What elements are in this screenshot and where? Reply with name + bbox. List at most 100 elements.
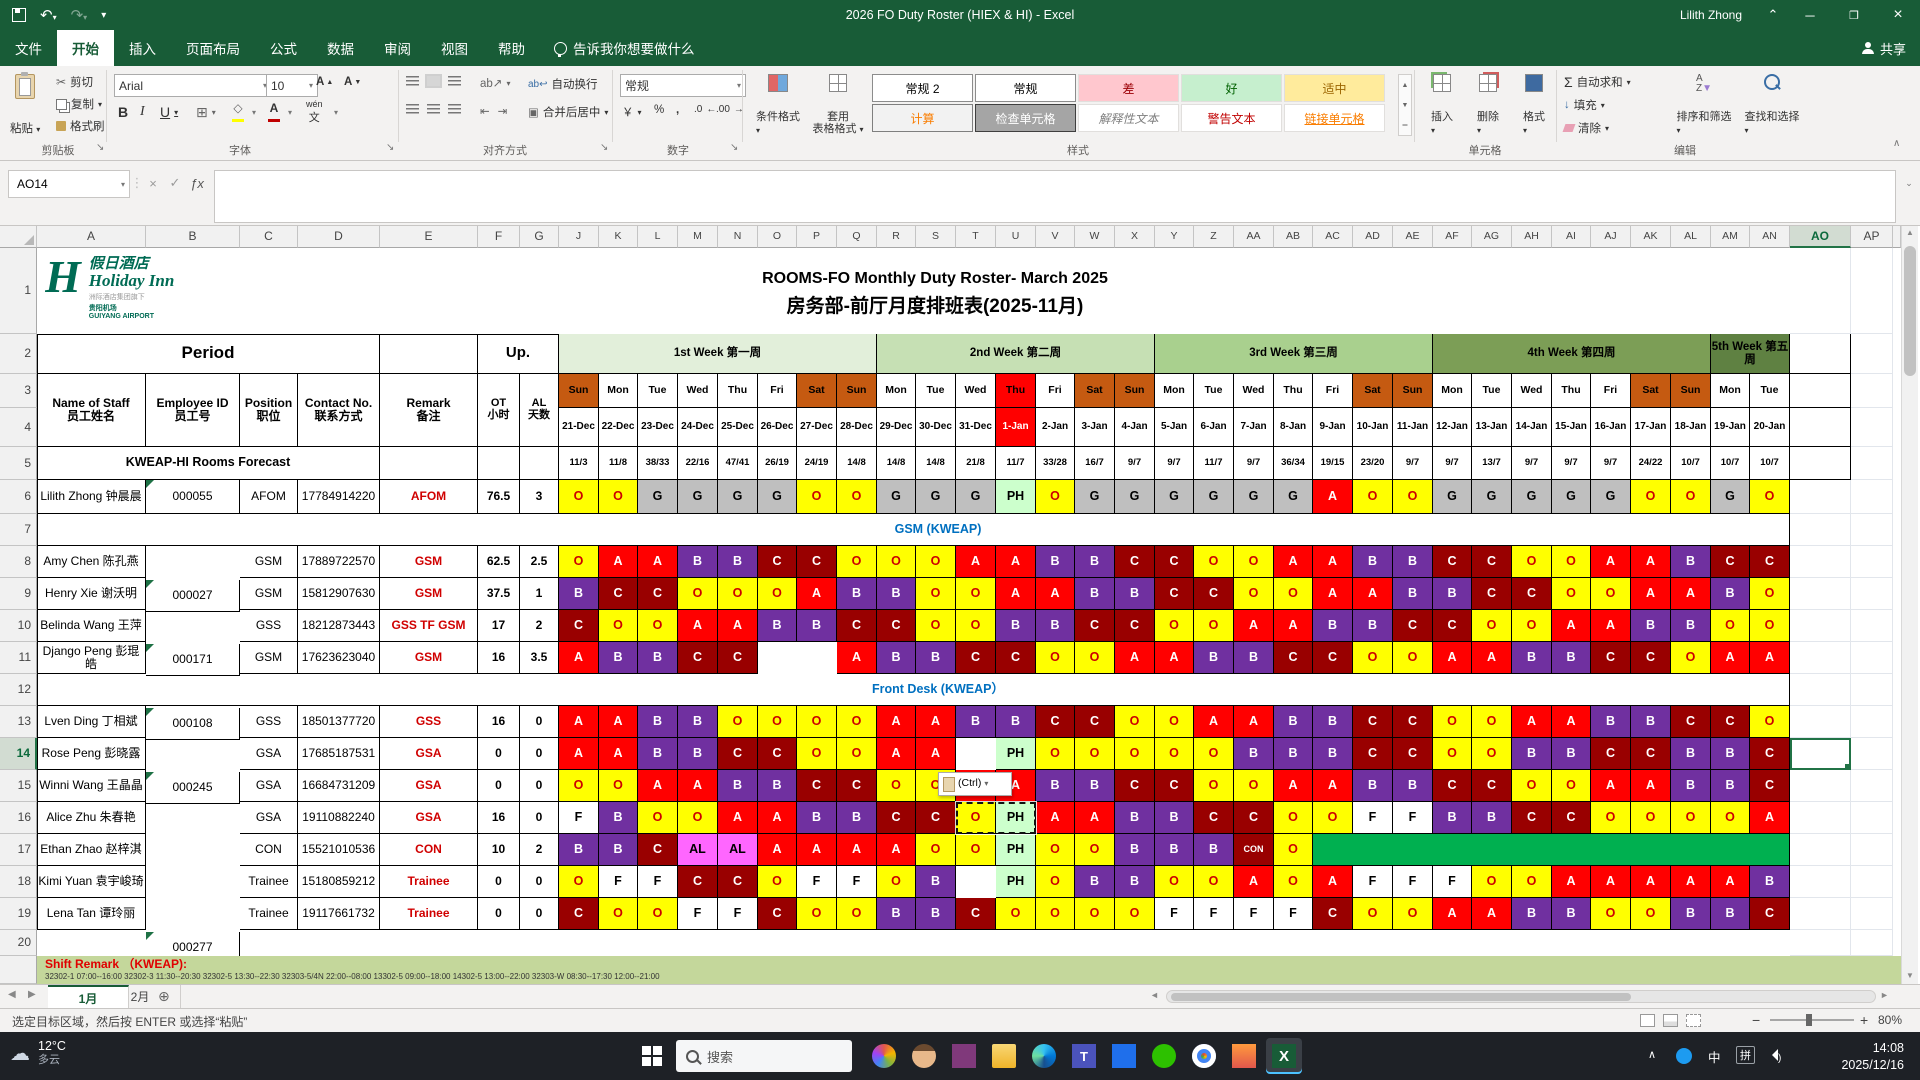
shift-cell[interactable]: A	[837, 642, 877, 674]
staff-remark-cell[interactable]: GSA	[380, 770, 478, 802]
shift-cell[interactable]: B	[1075, 866, 1115, 898]
sheet-tab-2月[interactable]: 2月	[100, 985, 181, 1008]
staff-ot-cell[interactable]: 16	[478, 706, 520, 738]
shift-cell[interactable]: C	[837, 610, 877, 642]
shift-cell[interactable]: B	[1671, 770, 1711, 802]
shift-cell[interactable]: G	[1433, 480, 1472, 514]
col-header-J[interactable]: J	[559, 226, 599, 248]
date-cell[interactable]: 28-Dec	[837, 408, 877, 447]
restore-button[interactable]: ❐	[1832, 0, 1876, 30]
shift-cell[interactable]: O	[559, 480, 599, 514]
fill-color-button[interactable]: ◇	[232, 102, 244, 122]
cell-style-常规[interactable]: 常规	[975, 74, 1076, 102]
number-dialog-launcher[interactable]: ↘	[730, 142, 738, 153]
zoom-level[interactable]: 80%	[1878, 1013, 1902, 1027]
shift-cell[interactable]: O	[1194, 738, 1234, 770]
shift-cell[interactable]: C	[1472, 578, 1512, 610]
col-header-Y[interactable]: Y	[1155, 226, 1194, 248]
shift-cell[interactable]: A	[599, 706, 638, 738]
staff-ot-cell[interactable]: 16	[478, 802, 520, 834]
empty-cell[interactable]	[1851, 374, 1893, 408]
shift-cell[interactable]: O	[1393, 480, 1433, 514]
shift-cell[interactable]: C	[1155, 770, 1194, 802]
shift-cell[interactable]: B	[1115, 866, 1155, 898]
shift-cell[interactable]: A	[599, 546, 638, 578]
shift-cell[interactable]: O	[1591, 898, 1631, 930]
shift-cell[interactable]: B	[1393, 578, 1433, 610]
page-layout-view-icon[interactable]	[1663, 1014, 1678, 1027]
shift-cell[interactable]: C	[1313, 642, 1353, 674]
empty-cell[interactable]	[1851, 706, 1893, 738]
staff-name-cell[interactable]: Belinda Wang 王萍	[37, 610, 146, 642]
shift-cell[interactable]: B	[1671, 546, 1711, 578]
cell-style-计算[interactable]: 计算	[872, 104, 973, 132]
staff-position-cell[interactable]: GSA	[240, 802, 298, 834]
shift-cell[interactable]: C	[1115, 546, 1155, 578]
shift-cell[interactable]: B	[1155, 802, 1194, 834]
shift-cell[interactable]: O	[1194, 610, 1234, 642]
day-name-cell[interactable]: Thu	[1552, 374, 1591, 408]
shift-cell[interactable]: C	[1433, 546, 1472, 578]
row-header-8[interactable]: 8	[0, 546, 37, 578]
cell-style-好[interactable]: 好	[1181, 74, 1282, 102]
staff-ot-cell[interactable]: 0	[478, 898, 520, 930]
shift-cell[interactable]: B	[1393, 770, 1433, 802]
menu-tab-插入[interactable]: 插入	[114, 30, 171, 66]
shift-cell[interactable]: A	[599, 738, 638, 770]
date-cell[interactable]: 29-Dec	[877, 408, 916, 447]
staff-position-cell[interactable]: GSM	[240, 578, 298, 610]
staff-position-cell[interactable]: GSA	[240, 738, 298, 770]
shift-cell[interactable]: O	[1155, 738, 1194, 770]
shift-cell[interactable]: C	[1671, 706, 1711, 738]
day-name-cell[interactable]: Wed	[1512, 374, 1552, 408]
shift-cell[interactable]: O	[1512, 866, 1552, 898]
shift-cell[interactable]: A	[877, 834, 916, 866]
shift-cell[interactable]: A	[797, 578, 837, 610]
phonetic-arrow[interactable]: ▾	[334, 108, 338, 117]
column-title[interactable]: Contact No. 联系方式	[298, 374, 380, 447]
page-break-view-icon[interactable]	[1686, 1014, 1701, 1027]
taskbar-app-pinwheel[interactable]	[866, 1038, 902, 1074]
shift-cell[interactable]: O	[1274, 866, 1313, 898]
shift-cell[interactable]: C	[797, 770, 837, 802]
font-size-select[interactable]: 10 ▾	[266, 74, 318, 97]
shift-cell[interactable]: B	[996, 706, 1036, 738]
shift-cell[interactable]: O	[678, 802, 718, 834]
shift-cell[interactable]: O	[837, 480, 877, 514]
comma-button[interactable]: ,	[676, 104, 679, 116]
col-header-W[interactable]: W	[1075, 226, 1115, 248]
shift-cell[interactable]: C	[797, 546, 837, 578]
forecast-cell[interactable]: 9/7	[1591, 447, 1631, 480]
shift-cell[interactable]: B	[599, 802, 638, 834]
shift-cell[interactable]: A	[1552, 866, 1591, 898]
shift-cell[interactable]: B	[1274, 706, 1313, 738]
date-cell[interactable]: 25-Dec	[718, 408, 758, 447]
date-cell[interactable]: 7-Jan	[1234, 408, 1274, 447]
shift-cell[interactable]: C	[1155, 578, 1194, 610]
week-header[interactable]: 5th Week 第五周	[1711, 334, 1790, 374]
shift-cell[interactable]: C	[1393, 738, 1433, 770]
column-title[interactable]: OT 小时	[478, 374, 520, 447]
phonetic-button[interactable]: wén 文	[306, 100, 323, 124]
shift-cell[interactable]: O	[877, 866, 916, 898]
shift-cell[interactable]: F	[1234, 898, 1274, 930]
shift-cell[interactable]: O	[877, 770, 916, 802]
menu-tab-审阅[interactable]: 审阅	[369, 30, 426, 66]
shift-cell[interactable]: B	[1711, 770, 1750, 802]
zoom-out-button[interactable]: −	[1752, 1012, 1760, 1028]
forecast-cell[interactable]: 9/7	[1552, 447, 1591, 480]
shift-cell[interactable]: O	[1552, 546, 1591, 578]
shift-cell[interactable]: B	[1671, 610, 1711, 642]
shift-cell[interactable]: AL	[678, 834, 718, 866]
staff-remark-cell[interactable]: CON	[380, 834, 478, 866]
prev-sheet-icon[interactable]: ◀	[8, 989, 16, 1000]
shift-cell[interactable]: B	[1115, 834, 1155, 866]
empty-cell[interactable]	[1851, 610, 1893, 642]
staff-al-cell[interactable]: 0	[520, 738, 559, 770]
shift-cell[interactable]: C	[1631, 642, 1671, 674]
empty-cell[interactable]	[1851, 738, 1893, 770]
row-header-15[interactable]: 15	[0, 770, 37, 802]
empty-cell[interactable]	[1790, 898, 1851, 930]
shift-cell[interactable]: C	[837, 770, 877, 802]
shift-cell[interactable]: O	[1393, 642, 1433, 674]
